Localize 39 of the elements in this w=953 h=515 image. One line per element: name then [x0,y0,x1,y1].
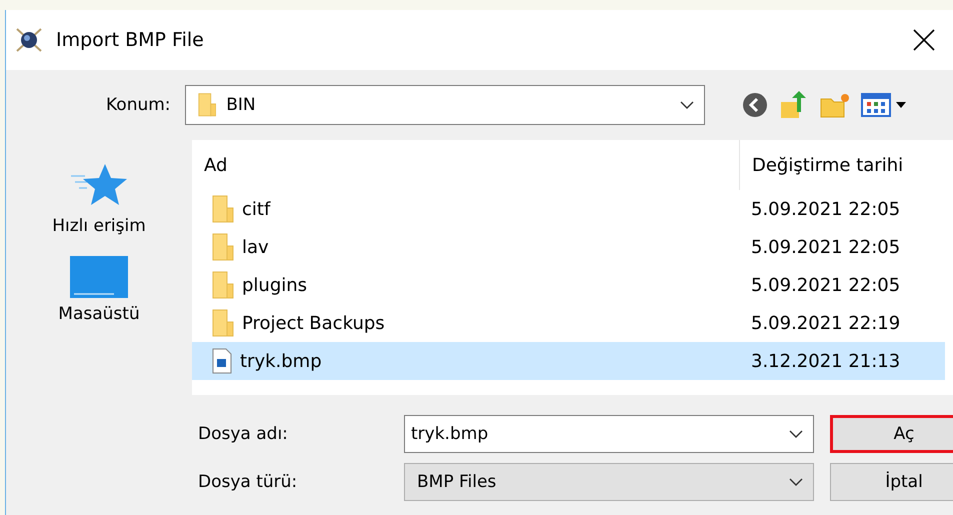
column-header[interactable]: Ad [192,140,739,190]
file-row[interactable]: lav 5.09.2021 22:05 [192,228,945,266]
modified-date: 5.09.2021 22:05 [750,274,902,296]
folder-icon [212,270,234,300]
sidebar-item[interactable]: Hızlı erişim [52,216,146,236]
app-logo-icon [14,26,44,54]
file-row[interactable]: citf 5.09.2021 22:05 [192,190,945,228]
file-name-field[interactable]: tryk.bmp [404,415,814,453]
file-name: citf [242,198,270,220]
folder-icon [212,232,234,262]
view-menu-icon[interactable] [860,92,907,118]
file-row[interactable]: tryk.bmp 3.12.2021 21:13 [192,342,945,380]
image-file-icon [212,348,232,374]
open-button[interactable]: Aç [830,415,953,453]
folder-icon [198,92,216,118]
modified-date: 5.09.2021 22:19 [750,312,902,334]
file-name: plugins [242,274,308,296]
column-header[interactable]: Değiştirme tarihi [739,140,953,190]
window-title: Import BMP File [56,29,205,51]
folder-icon [212,194,234,224]
file-name: tryk.bmp [240,350,322,372]
location-dropdown[interactable]: BIN [184,85,705,125]
cancel-button[interactable]: İptal [830,463,953,501]
file-name: lav [242,236,269,258]
location-label: Konum: [106,95,171,115]
file-row[interactable]: Project Backups 5.09.2021 22:19 [192,304,945,342]
file-type-dropdown[interactable]: BMP Files [404,463,814,501]
modified-date: 5.09.2021 22:05 [750,236,902,258]
folder-up-icon[interactable] [778,90,809,120]
desktop-icon [70,256,128,298]
file-type-label: Dosya türü: [198,472,298,492]
modified-date: 5.09.2021 22:05 [750,198,902,220]
modified-date: 3.12.2021 21:13 [750,350,902,372]
sidebar-item[interactable]: Masaüstü [58,304,140,324]
folder-icon [212,308,234,338]
back-icon[interactable] [740,91,769,119]
file-row[interactable]: plugins 5.09.2021 22:05 [192,266,945,304]
file-name: Project Backups [242,312,385,334]
file-name-label: Dosya adı: [198,424,289,444]
